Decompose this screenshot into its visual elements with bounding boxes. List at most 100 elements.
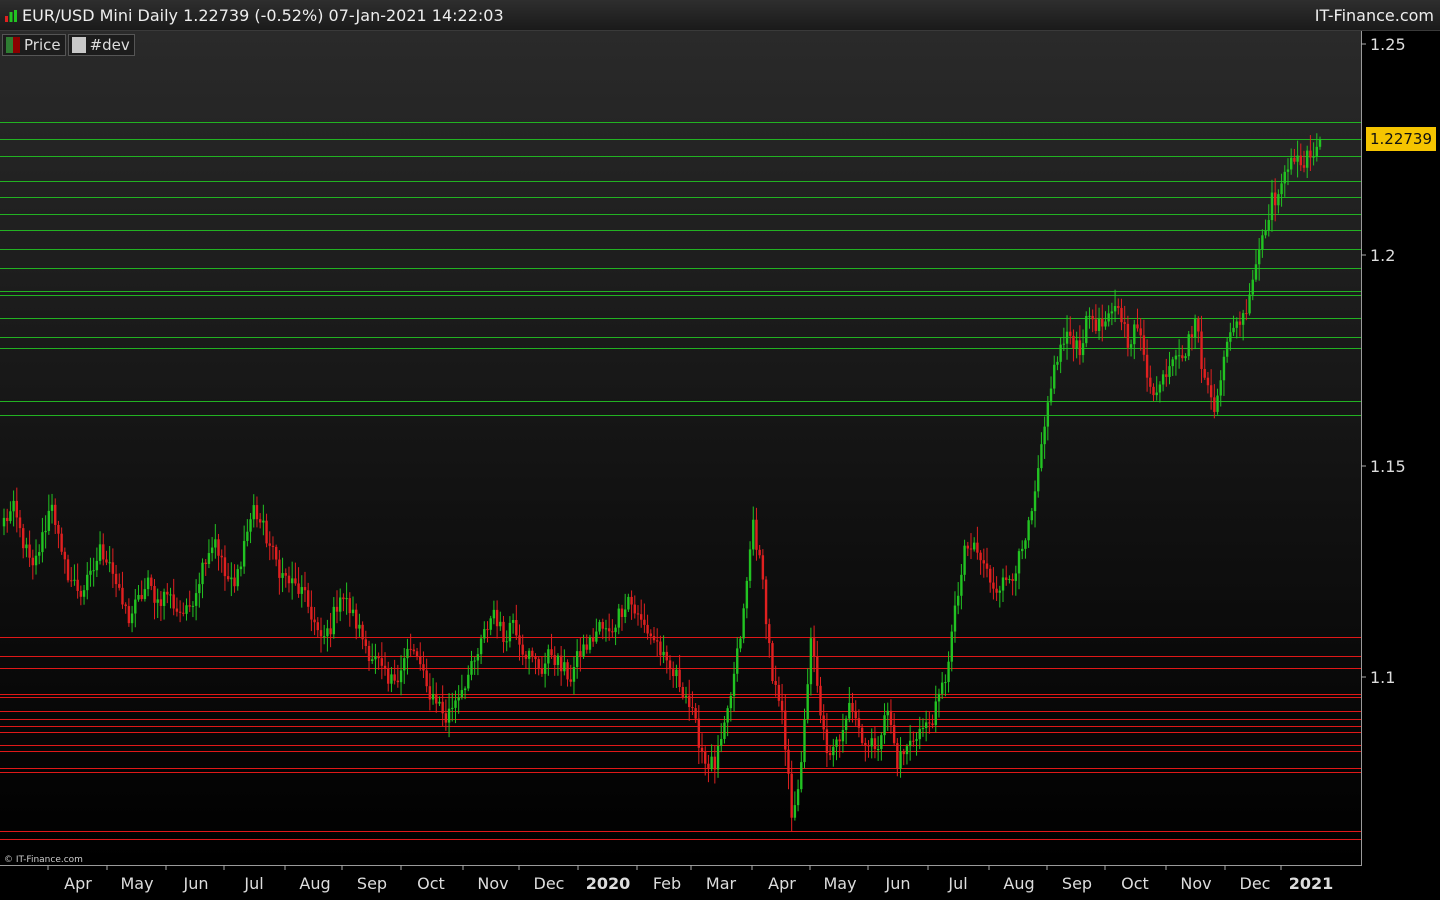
candle-body bbox=[1280, 183, 1283, 195]
candle-body bbox=[1273, 192, 1277, 206]
candle-body bbox=[1145, 354, 1149, 378]
candle-body bbox=[204, 562, 207, 565]
candle-body bbox=[1289, 157, 1293, 170]
candle-body bbox=[838, 739, 841, 742]
candle-body bbox=[1101, 318, 1104, 327]
candle-body bbox=[1161, 374, 1165, 385]
candle-body bbox=[47, 510, 51, 531]
candle-body bbox=[1181, 355, 1184, 359]
x-tick-label: Feb bbox=[653, 874, 681, 893]
candle-body bbox=[1293, 157, 1296, 162]
candle-body bbox=[761, 555, 765, 580]
candle-body bbox=[998, 590, 1002, 593]
candle-body bbox=[460, 690, 464, 698]
candle-body bbox=[1251, 279, 1254, 295]
candle-body bbox=[982, 560, 985, 564]
candle-body bbox=[1158, 384, 1162, 393]
x-tick-label: Apr bbox=[64, 874, 92, 893]
candle-body bbox=[1049, 388, 1053, 403]
candle-body bbox=[540, 668, 544, 674]
x-tick-label: May bbox=[823, 874, 856, 893]
candle-body bbox=[447, 708, 451, 723]
candle-body bbox=[1254, 264, 1258, 280]
candle-body bbox=[912, 740, 915, 742]
candle-body bbox=[947, 661, 950, 683]
candle-body bbox=[444, 713, 448, 723]
candle-body bbox=[44, 530, 47, 533]
candle-body bbox=[1001, 577, 1005, 591]
candle-body bbox=[403, 658, 406, 671]
candle-body bbox=[979, 552, 982, 561]
x-tick-label: Aug bbox=[299, 874, 330, 893]
x-tick-label: Jun bbox=[885, 874, 911, 893]
candle-body bbox=[1277, 194, 1280, 206]
candle-body bbox=[883, 715, 886, 736]
candle-body bbox=[274, 546, 278, 560]
candle-body bbox=[806, 684, 809, 720]
x-tick-label: Nov bbox=[1180, 874, 1211, 893]
candle-body bbox=[918, 728, 921, 740]
candle-body bbox=[688, 695, 691, 708]
candle-body bbox=[188, 605, 191, 607]
candle-body bbox=[662, 651, 665, 656]
candle-body bbox=[665, 651, 669, 661]
candle-body bbox=[1027, 520, 1030, 541]
candle-body bbox=[793, 805, 797, 818]
candle-body bbox=[1104, 321, 1107, 327]
candle-body bbox=[825, 729, 829, 754]
candle-body bbox=[1021, 548, 1024, 552]
candle-body bbox=[928, 722, 931, 724]
candle-body bbox=[649, 633, 652, 637]
candle-body bbox=[569, 679, 572, 682]
candle-body bbox=[70, 580, 73, 582]
candle-body bbox=[563, 662, 566, 672]
candle-body bbox=[873, 738, 877, 750]
candle-body bbox=[342, 597, 345, 600]
candle-body bbox=[438, 701, 441, 704]
candle-body bbox=[992, 582, 995, 589]
candle-body bbox=[582, 644, 585, 657]
legend-item-dev[interactable]: #dev bbox=[67, 34, 135, 56]
candle-body bbox=[655, 640, 659, 642]
candle-body bbox=[230, 577, 233, 580]
candle-body bbox=[713, 756, 717, 770]
candle-body bbox=[707, 763, 710, 770]
candle-body bbox=[553, 655, 556, 665]
candle-body bbox=[306, 590, 310, 607]
support-lines bbox=[0, 637, 1361, 840]
legend-item-price[interactable]: Price bbox=[2, 34, 66, 56]
candle-body bbox=[1053, 364, 1056, 389]
candle-body bbox=[524, 654, 528, 659]
candle-body bbox=[431, 693, 435, 700]
candle-body bbox=[137, 594, 140, 600]
candle-body bbox=[819, 685, 822, 716]
legend: Price #dev bbox=[2, 34, 135, 56]
candle-body bbox=[1245, 313, 1248, 315]
candle-body bbox=[339, 597, 342, 612]
candle-body bbox=[1030, 511, 1034, 521]
candle-body bbox=[899, 751, 902, 769]
candle-body bbox=[201, 562, 204, 585]
candle-body bbox=[1126, 323, 1130, 348]
candle-body bbox=[623, 609, 627, 617]
candle-body bbox=[50, 504, 54, 511]
candle-body bbox=[937, 693, 941, 702]
candle-body bbox=[415, 651, 419, 657]
candle-body bbox=[1206, 377, 1210, 386]
candle-body bbox=[1017, 551, 1021, 574]
candle-body bbox=[1107, 313, 1110, 322]
candle-body bbox=[54, 504, 57, 525]
candle-body bbox=[31, 557, 35, 566]
candle-body bbox=[588, 637, 592, 650]
candle-body bbox=[768, 624, 771, 644]
candle-body bbox=[1257, 249, 1261, 265]
candle-body bbox=[748, 549, 752, 581]
candle-body bbox=[265, 520, 268, 544]
candle-body bbox=[755, 519, 758, 550]
x-tick-label: Jul bbox=[243, 874, 263, 893]
candle-body bbox=[146, 577, 150, 590]
candle-body bbox=[502, 621, 505, 642]
candle-body bbox=[153, 585, 156, 603]
candle-body bbox=[393, 674, 396, 681]
candle-body bbox=[1261, 235, 1264, 250]
